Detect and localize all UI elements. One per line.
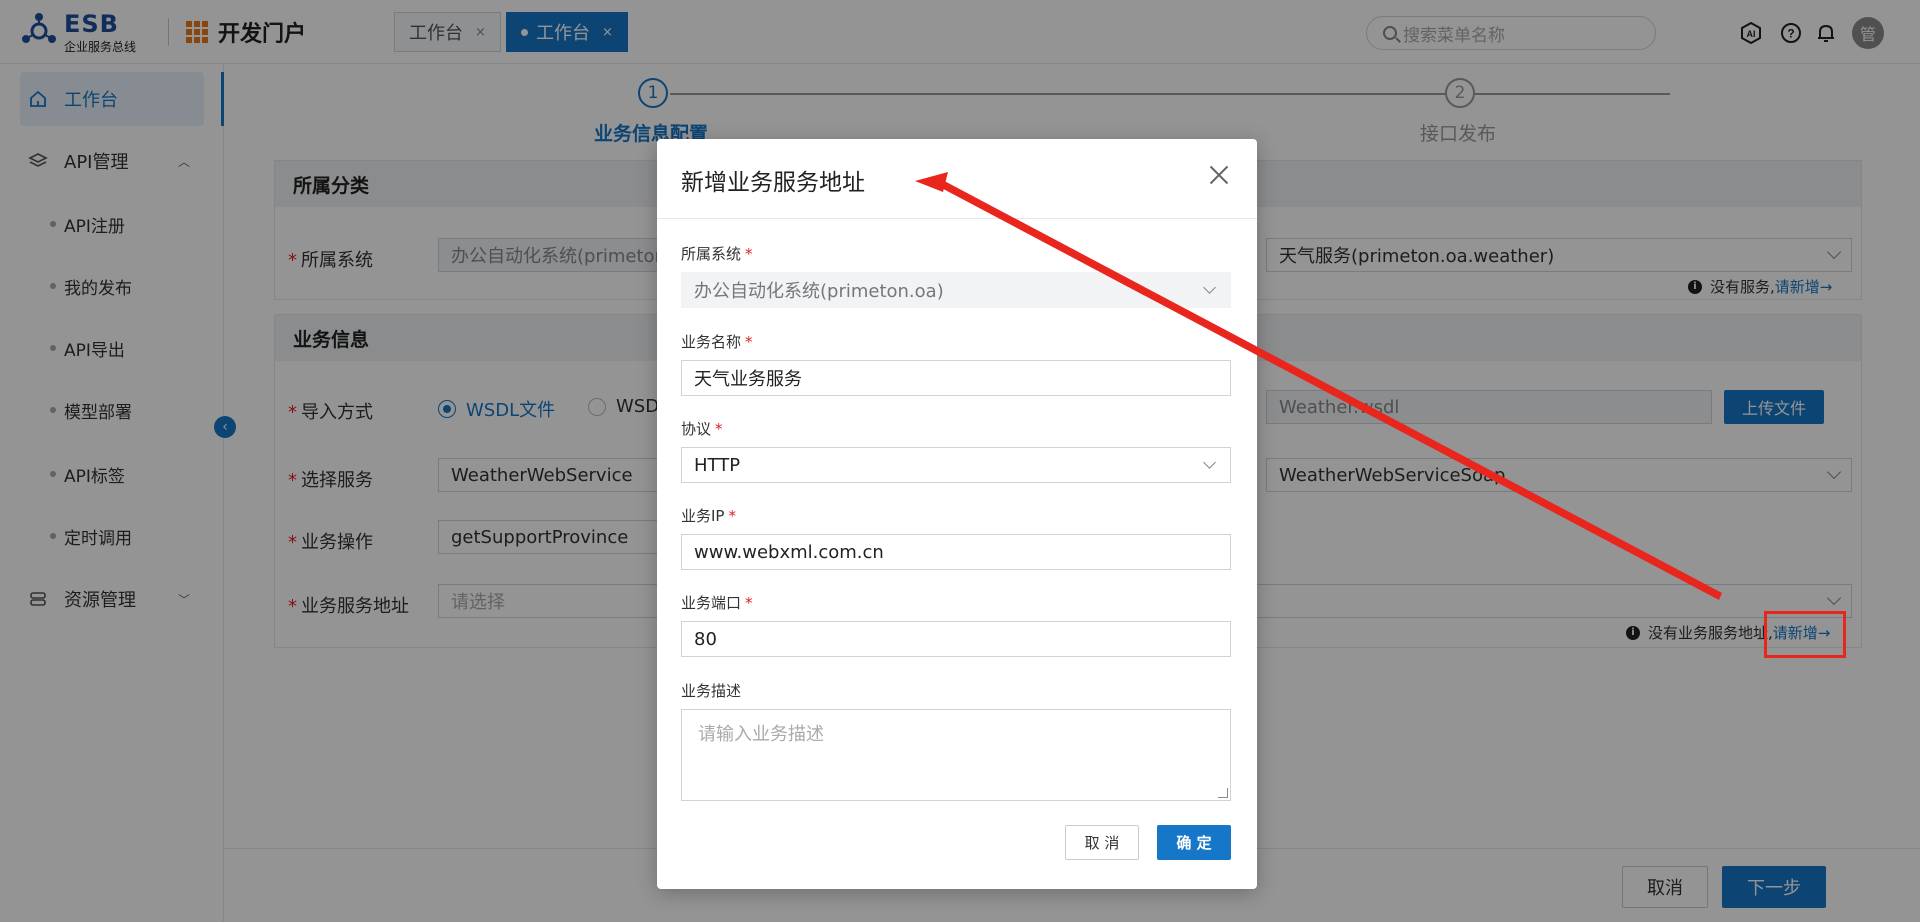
add-service-address-dialog: 新增业务服务地址 所属系统 * 办公自动化系统(primeton.oa) 业务名称… [657, 139, 1257, 889]
annotation-highlight-box [1764, 611, 1846, 658]
port-field-label: 业务端口 * [681, 594, 753, 612]
protocol-select[interactable]: HTTP [681, 447, 1231, 483]
business-desc-textarea[interactable]: 请输入业务描述 [681, 709, 1231, 801]
desc-placeholder: 请输入业务描述 [698, 724, 824, 745]
business-port-input[interactable]: 80 [681, 621, 1231, 657]
business-ip-input[interactable]: www.webxml.com.cn [681, 534, 1231, 570]
chevron-down-icon [1203, 281, 1216, 294]
name-field-label: 业务名称 * [681, 333, 753, 351]
dialog-cancel-button[interactable]: 取 消 [1065, 825, 1139, 860]
ip-field-label: 业务IP * [681, 507, 736, 525]
resize-handle-icon[interactable] [1218, 788, 1228, 798]
system-field-label: 所属系统 * [681, 245, 753, 263]
dialog-title: 新增业务服务地址 [681, 170, 865, 196]
business-name-input[interactable]: 天气业务服务 [681, 360, 1231, 396]
system-field-select[interactable]: 办公自动化系统(primeton.oa) [681, 272, 1231, 308]
close-icon[interactable] [1207, 163, 1231, 187]
dialog-confirm-button[interactable]: 确 定 [1157, 825, 1231, 860]
chevron-down-icon [1203, 456, 1216, 469]
desc-field-label: 业务描述 [681, 682, 742, 700]
dialog-header: 新增业务服务地址 [657, 139, 1257, 219]
protocol-field-label: 协议 * [681, 420, 723, 438]
